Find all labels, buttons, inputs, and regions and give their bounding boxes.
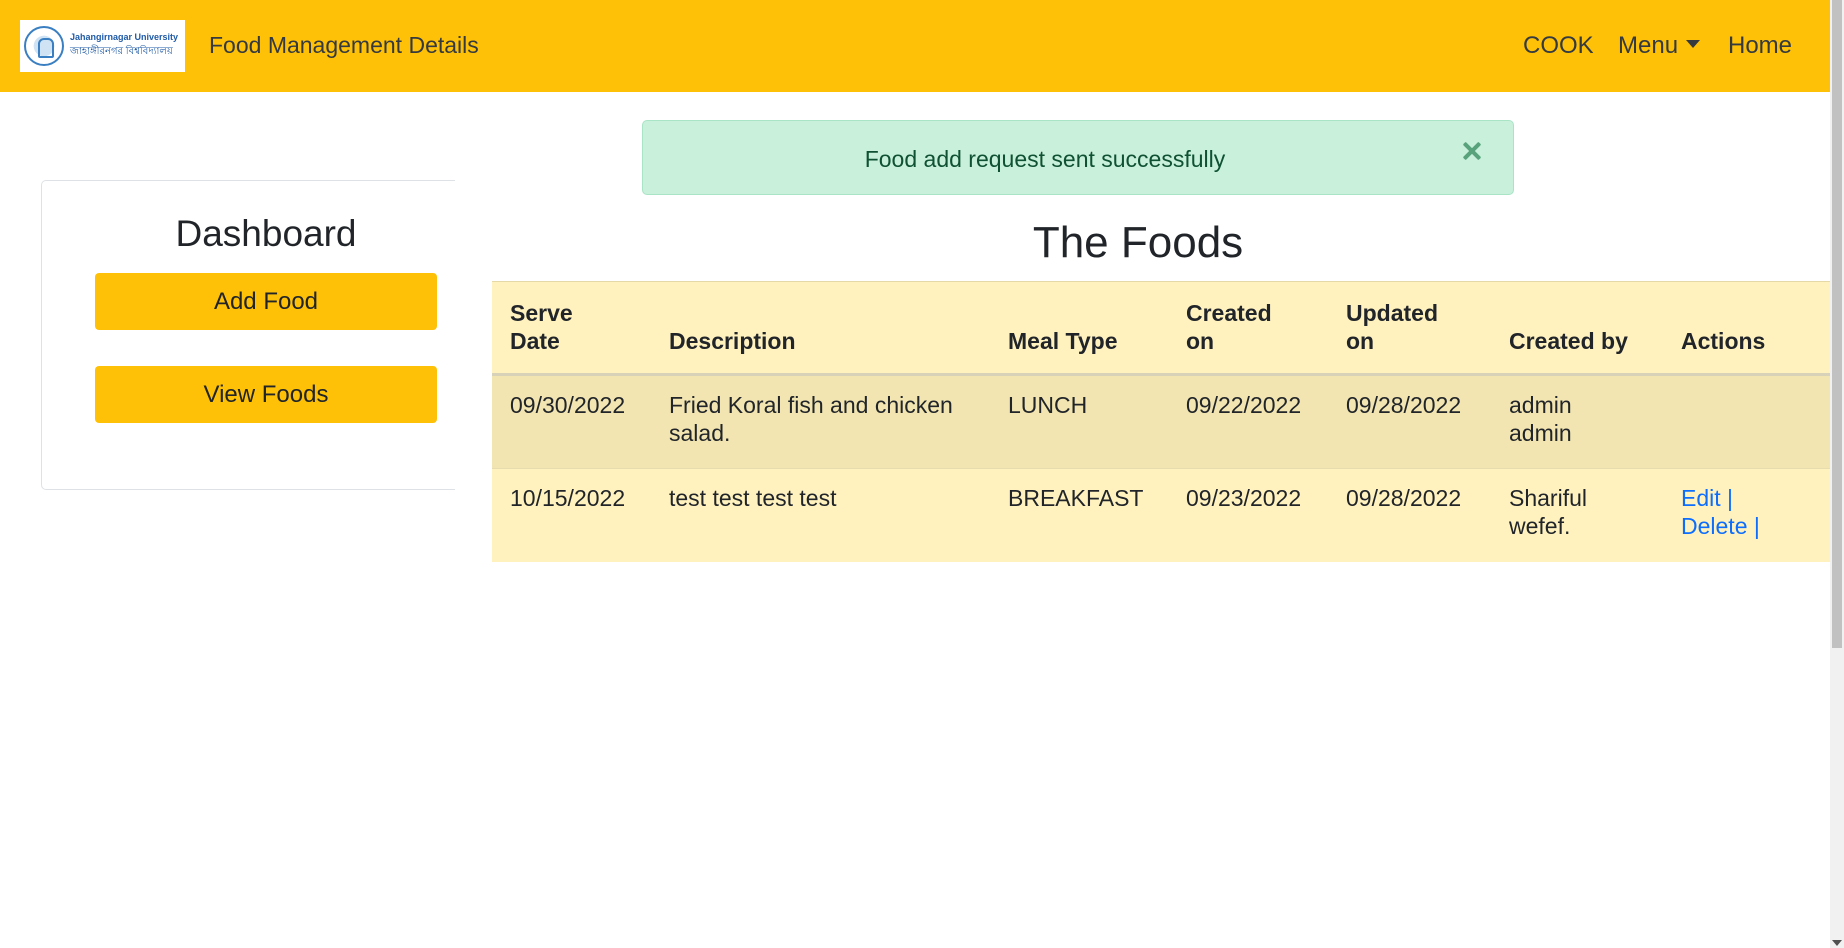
cell-description: Fried Koral fish and chicken salad. (669, 392, 953, 446)
delete-link[interactable]: Delete | (1681, 512, 1821, 540)
navbar: Jahangirnagar University জাহাঙ্গীরনগর বি… (0, 0, 1830, 92)
cell-meal-type: BREAKFAST (1008, 485, 1144, 511)
university-seal-icon (24, 26, 64, 66)
header-created-line1: Created (1186, 300, 1272, 326)
header-updated-on: Updated on (1346, 299, 1486, 355)
header-updated-line2: on (1346, 328, 1375, 354)
nav-menu-label: Menu (1618, 32, 1679, 59)
cell-actions: Edit | Delete | (1681, 484, 1821, 540)
table-row: 09/30/2022 Fried Koral fish and chicken … (492, 376, 1830, 469)
header-serve-date-line2: Date (510, 328, 560, 354)
logo-line-english: Jahangirnagar University (70, 31, 179, 42)
cell-created-by: admin admin (1509, 392, 1572, 446)
header-description: Description (669, 328, 796, 354)
cell-description: test test test test (669, 485, 837, 511)
header-created-on: Created on (1186, 299, 1326, 355)
nav-menu-dropdown[interactable]: Menu (1618, 32, 1701, 60)
navbar-brand[interactable]: Food Management Details (209, 32, 479, 59)
logo-text: Jahangirnagar University জাহাঙ্গীরনগর বি… (70, 32, 178, 61)
logo-line-bengali: জাহাঙ্গীরনগর বিশ্ববিদ্যালয় (70, 45, 173, 57)
table-row: 10/15/2022 test test test test BREAKFAST… (492, 469, 1830, 562)
edit-link[interactable]: Edit | (1681, 484, 1821, 512)
scroll-down-arrow-icon[interactable] (1832, 940, 1842, 946)
dashboard-title: Dashboard (175, 213, 357, 254)
cell-serve-date: 09/30/2022 (510, 392, 626, 418)
page-title: The Foods (1032, 218, 1244, 267)
university-logo[interactable]: Jahangirnagar University জাহাঙ্গীরনগর বি… (20, 20, 185, 72)
header-updated-line1: Updated (1346, 300, 1438, 326)
cell-updated-on: 09/28/2022 (1346, 392, 1462, 418)
header-created-by: Created by (1509, 328, 1628, 354)
cell-created-on: 09/23/2022 (1186, 485, 1302, 511)
header-created-line2: on (1186, 328, 1215, 354)
header-serve-date-line1: Serve (510, 300, 573, 326)
success-alert: Food add request sent successfully (642, 120, 1514, 195)
cell-created-on: 09/22/2022 (1186, 392, 1302, 418)
header-actions: Actions (1681, 328, 1766, 354)
cell-updated-on: 09/28/2022 (1346, 485, 1462, 511)
cell-serve-date: 10/15/2022 (510, 485, 626, 511)
alert-message: Food add request sent successfully (864, 146, 1226, 172)
header-meal-type: Meal Type (1008, 328, 1118, 354)
nav-home-link[interactable]: Home (1728, 32, 1792, 60)
caret-down-icon (1686, 39, 1701, 48)
header-serve-date: Serve Date (510, 299, 650, 355)
page-scrollbar[interactable] (1830, 0, 1844, 948)
view-foods-button[interactable]: View Foods (95, 366, 437, 423)
add-food-button[interactable]: Add Food (95, 273, 437, 330)
cell-meal-type: LUNCH (1008, 392, 1088, 418)
nav-cook-link[interactable]: COOK (1523, 32, 1594, 60)
close-icon[interactable] (1461, 140, 1483, 162)
scrollbar-thumb[interactable] (1832, 0, 1842, 648)
table-header: Serve Date Description Meal Type Created o… (492, 281, 1830, 376)
cell-created-by: Shariful wefef. (1509, 485, 1587, 539)
